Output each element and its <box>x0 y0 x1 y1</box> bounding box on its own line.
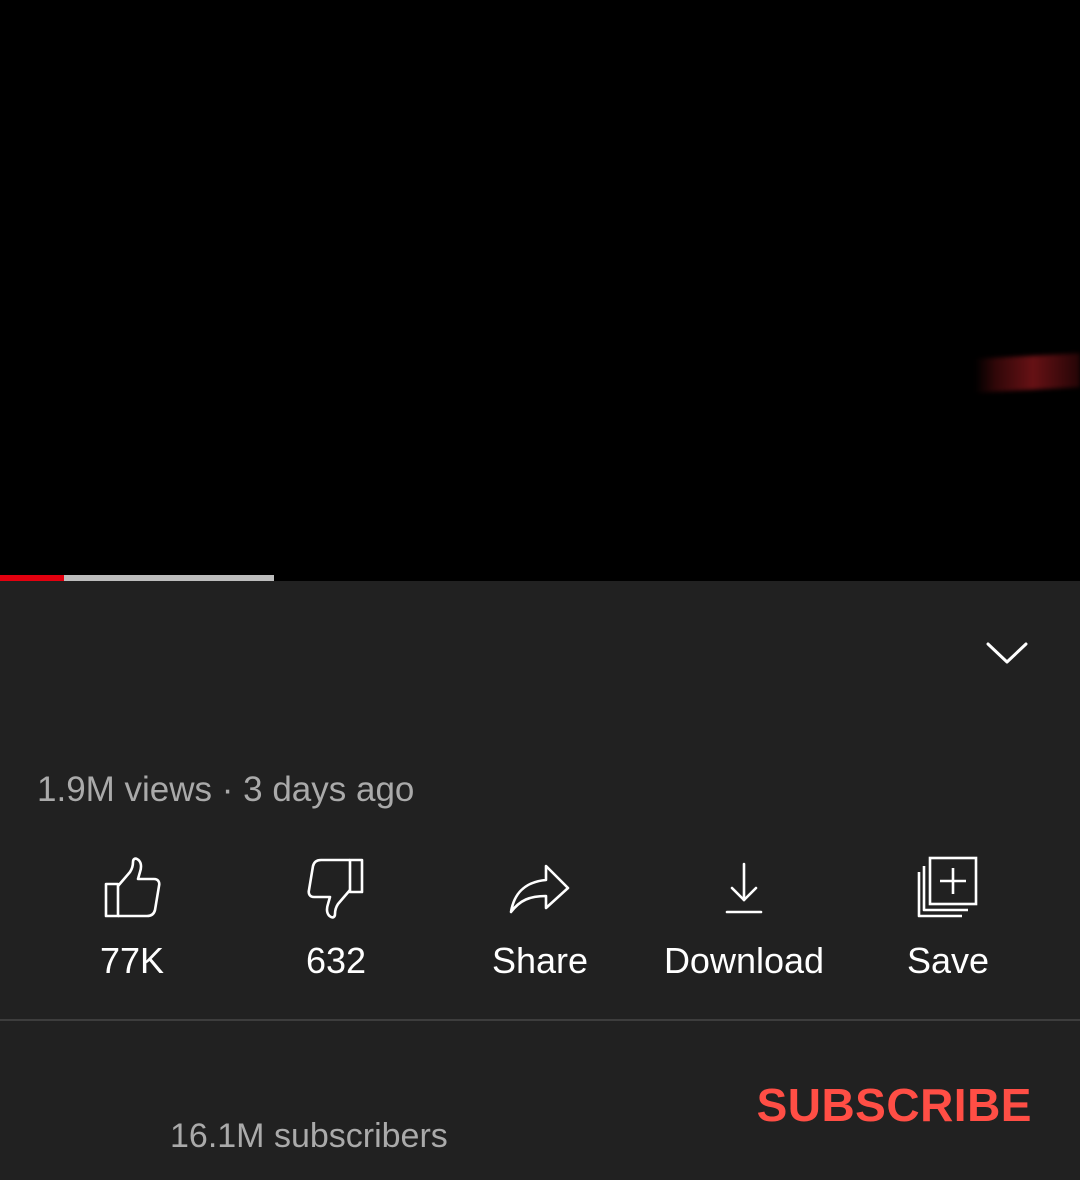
video-frame-highlight <box>975 353 1080 393</box>
download-icon <box>725 862 763 914</box>
save-to-playlist-icon <box>917 856 978 918</box>
share-button[interactable]: Share <box>440 850 640 990</box>
save-button[interactable]: Save <box>848 850 1048 990</box>
dislike-count: 632 <box>305 940 367 981</box>
thumbs-up-icon <box>104 857 161 918</box>
section-divider <box>0 1019 1080 1021</box>
thumbs-down-icon <box>307 858 364 919</box>
like-count: 77K <box>99 940 165 981</box>
like-button[interactable]: 77K <box>32 850 232 990</box>
subscriber-count: 16.1M subscribers <box>170 1117 448 1155</box>
share-label: Share <box>491 940 589 981</box>
expand-description-button[interactable] <box>972 621 1042 685</box>
video-meta: 1.9M views · 3 days ago <box>37 770 415 809</box>
chevron-down-icon <box>986 642 1028 664</box>
share-icon <box>509 864 570 914</box>
dislike-button[interactable]: 632 <box>236 850 436 990</box>
subscribe-button[interactable]: SUBSCRIBE <box>757 1078 1032 1132</box>
download-button[interactable]: Download <box>644 850 844 990</box>
action-bar: 77K 632 Share Download Save <box>0 850 1080 990</box>
save-label: Save <box>906 940 990 981</box>
download-label: Download <box>663 940 825 981</box>
video-player[interactable] <box>0 0 1080 581</box>
